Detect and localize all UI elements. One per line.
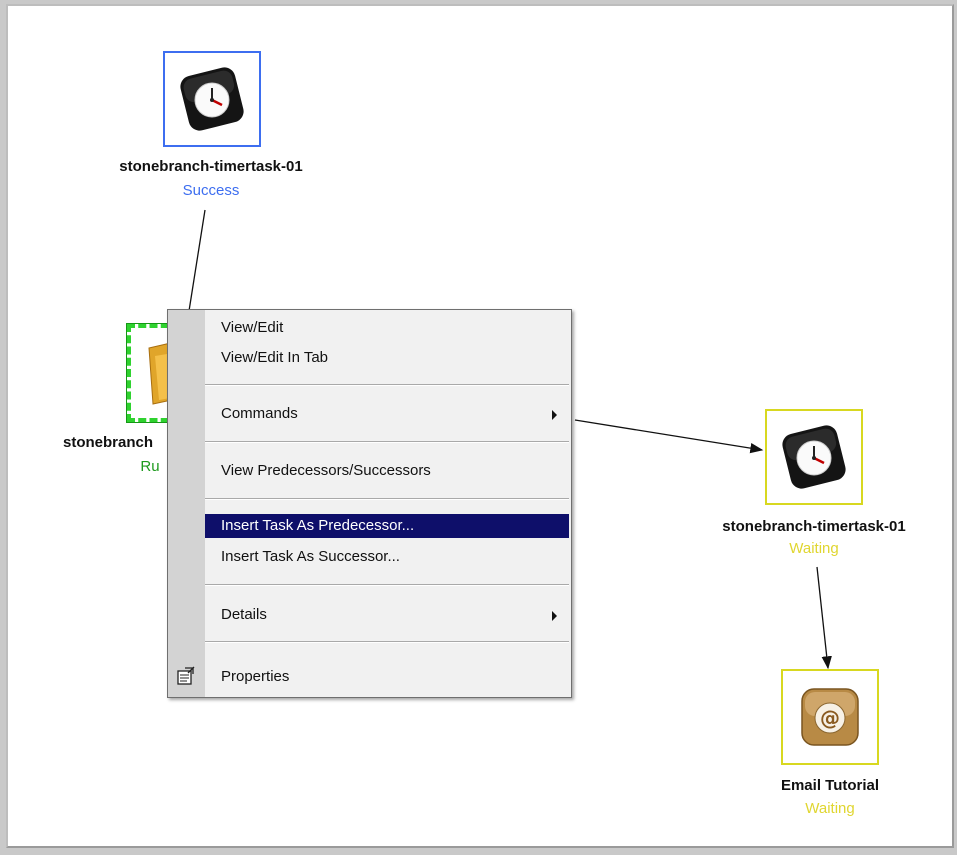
menu-item-commands[interactable]: Commands [205,402,569,426]
menu-separator [205,498,569,500]
context-menu[interactable]: View/Edit View/Edit In Tab Commands View… [167,309,572,698]
menu-separator [205,584,569,586]
submenu-arrow-icon [552,410,557,420]
task-node-status: Waiting [789,540,839,557]
email-at-icon: @ [801,688,859,746]
menu-item-insert-predecessor[interactable]: Insert Task As Predecessor... [205,514,569,538]
task-node-status: Success [182,182,240,199]
task-node-frame[interactable]: @ [781,669,879,765]
menu-separator [205,641,569,643]
task-node-name: stonebranch [62,434,154,451]
submenu-arrow-icon [552,611,557,621]
menu-item-details[interactable]: Details [205,603,569,627]
task-node-name: stonebranch-timertask-01 [722,518,906,535]
task-node-name: Email Tutorial [780,777,880,794]
menu-item-label: Details [221,606,267,623]
task-node-frame[interactable] [765,409,863,505]
menu-item-properties[interactable]: Properties [205,665,569,689]
task-node-status: Waiting [805,800,855,817]
task-node-frame[interactable] [163,51,261,147]
menu-separator [205,441,569,443]
menu-item-view-edit-in-tab[interactable]: View/Edit In Tab [205,346,569,370]
menu-item-insert-successor[interactable]: Insert Task As Successor... [205,545,569,569]
timer-clock-icon [180,67,244,131]
menu-item-view-predecessors-successors[interactable]: View Predecessors/Successors [205,459,569,483]
task-node-name: stonebranch-timertask-01 [119,158,303,175]
menu-item-view-edit[interactable]: View/Edit [205,316,569,340]
task-node-status: Ru [140,458,160,475]
menu-separator [205,384,569,386]
properties-icon [177,666,195,685]
timer-clock-icon [782,425,846,489]
context-menu-gutter [168,310,205,697]
svg-text:@: @ [820,706,840,730]
menu-item-label: Commands [221,405,298,422]
